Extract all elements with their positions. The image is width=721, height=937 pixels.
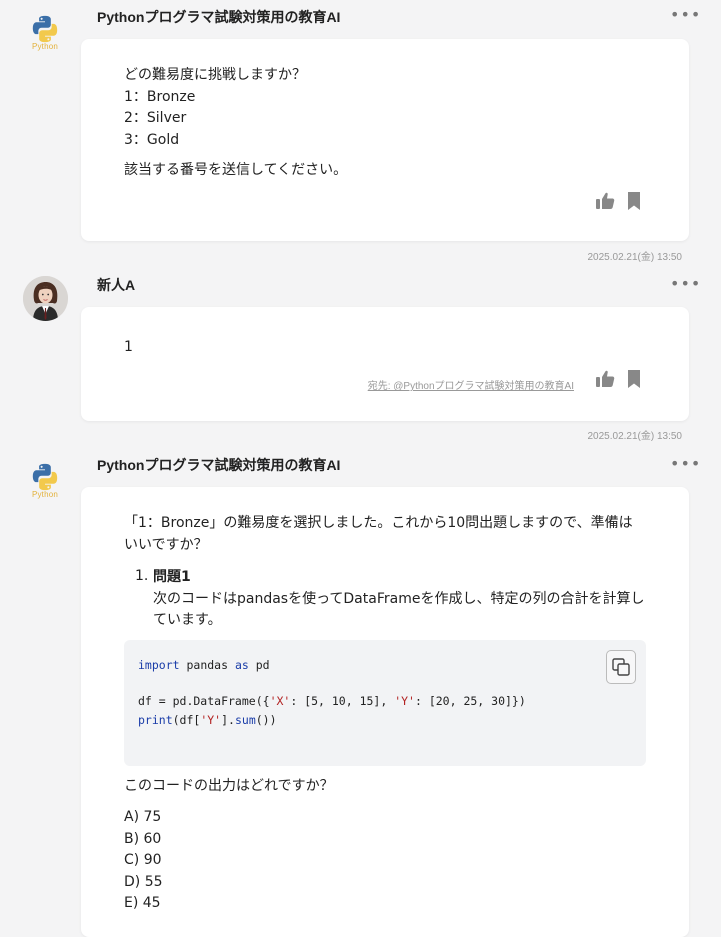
choice-item: B) 60 — [124, 830, 162, 847]
choice-list: A) 75 B) 60 C) 90 D) 55 E) 45 — [124, 807, 163, 915]
question-line: ています。 — [153, 612, 222, 628]
sender-name: 新人A — [97, 277, 136, 293]
choice-item: D) 55 — [124, 873, 163, 890]
thumbs-up-icon[interactable] — [595, 370, 615, 388]
message-line: どの難易度に挑戦しますか？ — [124, 67, 306, 83]
question-block: 問題1 次のコードはpandasを使ってDataFrameを作成し、特定の列の合… — [153, 567, 653, 632]
more-icon[interactable]: ••• — [670, 276, 701, 292]
message-card: 「1：Bronze」の難易度を選択しました。これから10問出題しますので、準備は… — [81, 487, 689, 937]
sender-name: Pythonプログラマ試験対策用の教育AI — [97, 9, 341, 25]
thumbs-up-icon[interactable] — [595, 192, 615, 210]
python-logo-icon — [32, 463, 58, 491]
choice-item: C) 90 — [124, 852, 162, 868]
python-logo-icon — [32, 15, 58, 43]
message-body: どの難易度に挑戦しますか？ 1：Bronze 2：Silver 3：Gold 該… — [124, 65, 347, 182]
choice-item: E) 45 — [124, 895, 161, 911]
message-text: 1 — [124, 339, 133, 355]
message-card: 1 宛先: @Pythonプログラマ試験対策用の教育AI — [81, 307, 689, 421]
more-icon[interactable]: ••• — [670, 456, 701, 472]
choice-item: A) 75 — [124, 809, 162, 825]
code-line: df = pd.DataFrame({'X': [5, 10, 15], 'Y'… — [138, 694, 526, 708]
message-line: 3：Gold — [124, 131, 180, 148]
message-line: 1：Bronze — [124, 88, 196, 105]
bookmark-icon[interactable] — [627, 370, 641, 388]
message-card: どの難易度に挑戦しますか？ 1：Bronze 2：Silver 3：Gold 該… — [81, 39, 689, 241]
message-actions — [595, 192, 641, 210]
intro-line: 「1：Bronze」の難易度を選択しました。これから10問出題しますので、準備は — [124, 515, 633, 531]
question-title: 問題1 — [153, 569, 191, 585]
copy-icon — [612, 658, 630, 676]
code-block: import pandas as pd df = pd.DataFrame({'… — [124, 640, 646, 766]
user-avatar — [23, 276, 68, 321]
message-line: 該当する番号を送信してください。 — [124, 162, 348, 178]
code-line: print(df['Y'].sum()) — [138, 713, 277, 727]
python-logo-label: Python — [31, 42, 59, 51]
question-line: 次のコードはpandasを使ってDataFrameを作成し、特定の列の合計を計算… — [153, 590, 645, 607]
message-timestamp: 2025.02.21(金) 13:50 — [587, 252, 682, 263]
code-line: import pandas as pd — [138, 658, 270, 672]
question-number: 1. — [135, 568, 149, 584]
more-icon[interactable]: ••• — [670, 7, 701, 23]
sender-name: Pythonプログラマ試験対策用の教育AI — [97, 457, 341, 473]
python-logo-label: Python — [31, 490, 59, 499]
python-logo-avatar: Python — [22, 14, 68, 60]
message-timestamp: 2025.02.21(金) 13:50 — [587, 431, 682, 442]
python-logo-avatar: Python — [22, 462, 68, 508]
intro-line: いいですか？ — [124, 536, 208, 553]
mention-link[interactable]: 宛先: @Pythonプログラマ試験対策用の教育AI — [368, 377, 574, 392]
message-line: 2：Silver — [124, 110, 187, 126]
bookmark-icon[interactable] — [627, 192, 641, 210]
message-actions — [595, 370, 641, 388]
intro-text: 「1：Bronze」の難易度を選択しました。これから10問出題しますので、準備は… — [124, 513, 654, 556]
question-prompt: このコードの出力はどれですか？ — [124, 778, 334, 794]
copy-button[interactable] — [606, 650, 636, 684]
